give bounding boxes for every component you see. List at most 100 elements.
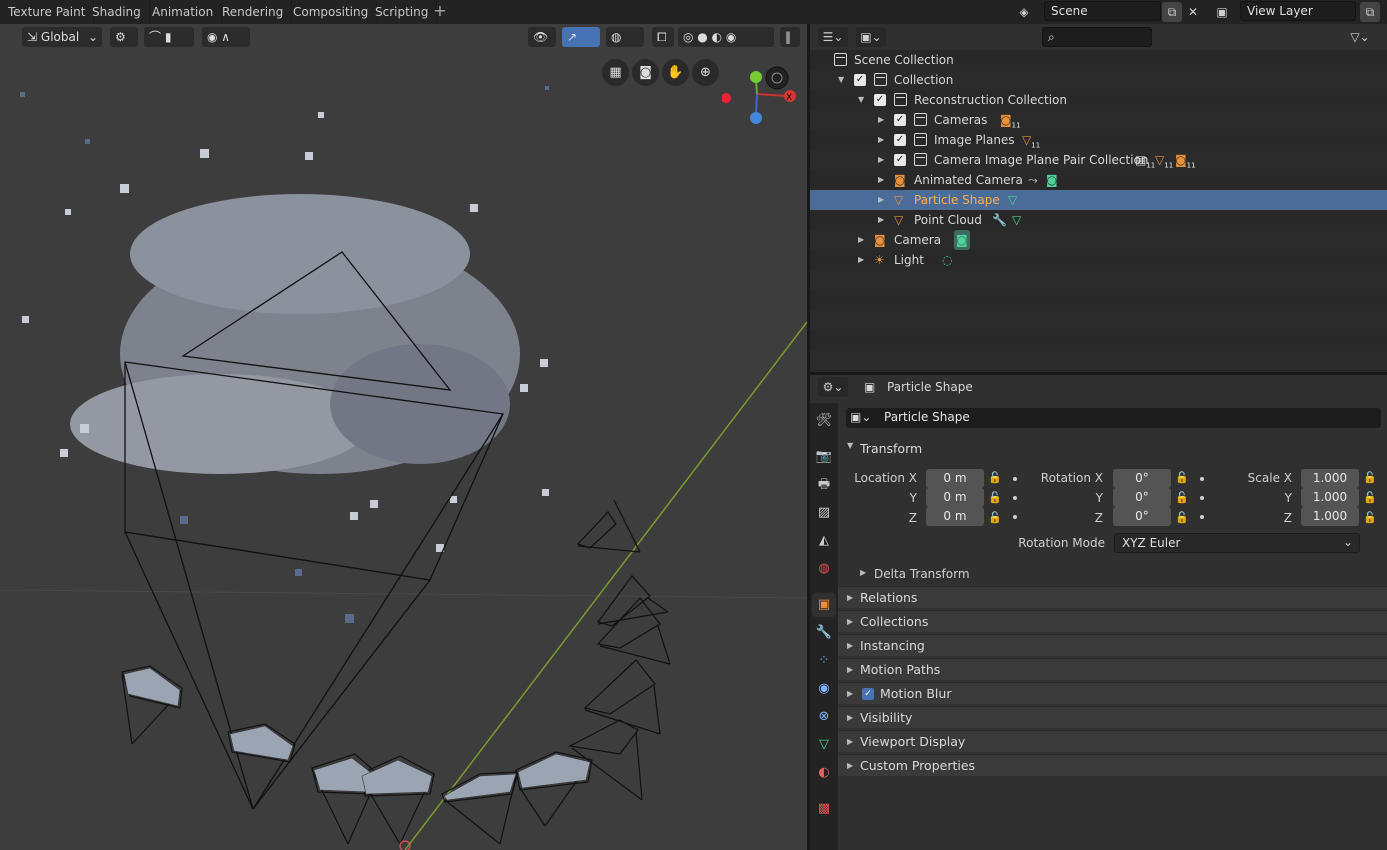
outliner-row-cameras[interactable]: ▶ ✓ Cameras ◙11 (810, 110, 1387, 130)
expand-triangle-icon[interactable]: ▶ (878, 110, 884, 130)
checkbox[interactable]: ✓ (894, 154, 906, 166)
object-name-field[interactable]: ▣⌄ Particle Shape (846, 408, 1381, 428)
constraints-tab-icon[interactable]: ⊗ (812, 705, 836, 729)
camera-view-icon[interactable]: ◙ (632, 59, 659, 86)
outliner-row-scene-collection[interactable]: Scene Collection (810, 50, 1387, 70)
rotation-z-field[interactable]: 0° (1113, 507, 1171, 526)
shading-mode-icons[interactable]: ◎ ● ◐ ◉ (678, 27, 774, 47)
modifier-tab-icon[interactable]: 🔧 (812, 621, 836, 645)
motion-blur-checkbox[interactable]: ✓ (862, 688, 874, 700)
view-layer-browse-icon[interactable]: ▣ (1212, 2, 1232, 22)
tab-texture-paint[interactable]: Texture Paint (0, 1, 95, 23)
proportional-editing-icon[interactable]: ◉ ∧ (202, 27, 250, 47)
delete-scene-icon[interactable]: ✕ (1183, 2, 1203, 22)
expand-triangle-icon[interactable]: ▶ (878, 210, 884, 230)
location-y-field[interactable]: 0 m (926, 488, 984, 507)
lock-icon[interactable]: 🔓 (988, 511, 1002, 524)
relations-panel[interactable]: ▶ Relations (838, 586, 1387, 608)
transform-orientation-dropdown[interactable]: ⇲ Global ⌄ (22, 27, 102, 47)
tab-animation[interactable]: Animation (144, 1, 223, 23)
tab-scripting[interactable]: Scripting (367, 1, 438, 23)
display-mode-icon[interactable]: ▣⌄ (856, 27, 886, 47)
lock-icon[interactable]: 🔓 (1175, 511, 1189, 524)
outliner-row-animated-camera[interactable]: ▶ ◙ Animated Camera ⤳ ◙ (810, 170, 1387, 190)
lock-icon[interactable]: 🔓 (1363, 471, 1377, 484)
outliner-row-camera[interactable]: ▶ ◙ Camera ◙ (810, 230, 1387, 250)
location-z-field[interactable]: 0 m (926, 507, 984, 526)
expand-triangle-icon[interactable]: ▼ (858, 90, 864, 110)
world-tab-icon[interactable]: ◍ (812, 557, 836, 581)
outliner-row-image-planes[interactable]: ▶ ✓ Image Planes ▽11 (810, 130, 1387, 150)
outliner-row-light[interactable]: ▶ ☀ Light ◌ (810, 250, 1387, 270)
visibility-icon[interactable]: 👁 (528, 27, 556, 47)
particles-tab-icon[interactable]: ⁘ (812, 649, 836, 673)
view-layer-tab-icon[interactable]: ▨ (812, 501, 836, 525)
checkbox[interactable]: ✓ (854, 74, 866, 86)
scale-y-field[interactable]: 1.000 (1301, 488, 1359, 507)
lock-icon[interactable]: 🔓 (988, 471, 1002, 484)
keyframe-dot-icon[interactable] (1013, 477, 1017, 481)
tab-compositing[interactable]: Compositing (285, 1, 378, 23)
expand-triangle-icon[interactable]: ▼ (838, 70, 844, 90)
scale-z-field[interactable]: 1.000 (1301, 507, 1359, 526)
lock-icon[interactable]: 🔓 (988, 491, 1002, 504)
xray-icon[interactable]: ⧠ (652, 27, 674, 47)
expand-triangle-icon[interactable]: ▶ (858, 250, 864, 270)
motion-paths-panel[interactable]: ▶ Motion Paths (838, 658, 1387, 680)
location-x-field[interactable]: 0 m (926, 469, 984, 488)
perspective-toggle-icon[interactable]: ▦ (602, 59, 629, 86)
view-layer-field[interactable]: View Layer (1240, 1, 1356, 21)
editor-type-icon[interactable]: ☰⌄ (818, 27, 848, 47)
lock-icon[interactable]: 🔓 (1175, 491, 1189, 504)
visibility-panel[interactable]: ▶ Visibility (838, 706, 1387, 728)
material-tab-icon[interactable]: ◐ (812, 761, 836, 785)
navigation-gizmo[interactable]: X (722, 62, 807, 132)
gizmo-toggle-icon[interactable]: ↗ (562, 27, 600, 47)
expand-triangle-icon[interactable]: ▶ (858, 230, 864, 250)
new-scene-icon[interactable]: ⧉ (1162, 2, 1182, 22)
custom-properties-panel[interactable]: ▶ Custom Properties (838, 754, 1387, 776)
checkbox[interactable]: ✓ (874, 94, 886, 106)
expand-triangle-icon[interactable]: ▶ (878, 150, 884, 170)
pan-hand-icon[interactable]: ✋ (662, 59, 689, 86)
outliner-row-reconstruction-collection[interactable]: ▼ ✓ Reconstruction Collection (810, 90, 1387, 110)
keyframe-dot-icon[interactable] (1200, 496, 1204, 500)
object-tab-icon[interactable]: ▣ (812, 593, 836, 617)
checkbox[interactable]: ✓ (894, 114, 906, 126)
tab-rendering[interactable]: Rendering (214, 1, 293, 23)
scene-browse-icon[interactable]: ◈ (1014, 2, 1034, 22)
overlays-icon[interactable]: ◍ (606, 27, 644, 47)
rotation-y-field[interactable]: 0° (1113, 488, 1171, 507)
keyframe-dot-icon[interactable] (1013, 515, 1017, 519)
tool-tab-icon[interactable]: 🛠 (812, 409, 836, 433)
mesh-data-tab-icon[interactable]: ▽ (812, 733, 836, 757)
scene-tab-icon[interactable]: ◭ (812, 529, 836, 553)
add-workspace-button[interactable]: + (430, 2, 450, 22)
keyframe-dot-icon[interactable] (1013, 496, 1017, 500)
outliner-search-input[interactable]: ⌕ (1042, 27, 1152, 47)
rotation-mode-dropdown[interactable]: XYZ Euler ⌄ (1114, 533, 1360, 553)
snap-icon[interactable]: ⌒ ▮ (144, 27, 194, 47)
lock-icon[interactable]: 🔓 (1175, 471, 1189, 484)
viewport-display-panel[interactable]: ▶ Viewport Display (838, 730, 1387, 752)
lock-icon[interactable]: 🔓 (1363, 511, 1377, 524)
tab-shading[interactable]: Shading (84, 1, 150, 23)
outliner-row-collection[interactable]: ▼ ✓ Collection (810, 70, 1387, 90)
output-tab-icon[interactable]: 🖶 (812, 473, 836, 497)
instancing-panel[interactable]: ▶ Instancing (838, 634, 1387, 656)
3d-viewport[interactable]: ⇲ Global ⌄ ⚙ ⌒ ▮ ◉ ∧ 👁 ↗ ◍ ⧠ ◎ ● ◐ ◉ ‖ ▦… (0, 24, 807, 850)
keyframe-dot-icon[interactable] (1200, 477, 1204, 481)
delta-transform-subpanel[interactable]: ▶ Delta Transform (838, 562, 1387, 586)
motion-blur-panel[interactable]: ▶ ✓ Motion Blur (838, 682, 1387, 704)
collections-panel[interactable]: ▶ Collections (838, 610, 1387, 632)
outliner-row-point-cloud[interactable]: ▶ ▽ Point Cloud 🔧 ▽ (810, 210, 1387, 230)
pivot-point-icon[interactable]: ⚙ (110, 27, 138, 47)
scale-x-field[interactable]: 1.000 (1301, 469, 1359, 488)
zoom-icon[interactable]: ⊕ (692, 59, 719, 86)
checkbox[interactable]: ✓ (894, 134, 906, 146)
keyframe-dot-icon[interactable] (1200, 515, 1204, 519)
pause-render-icon[interactable]: ‖ (780, 27, 800, 47)
expand-triangle-icon[interactable]: ▶ (878, 130, 884, 150)
expand-triangle-icon[interactable]: ▶ (878, 190, 884, 210)
editor-type-icon[interactable]: ⚙⌄ (818, 377, 848, 397)
